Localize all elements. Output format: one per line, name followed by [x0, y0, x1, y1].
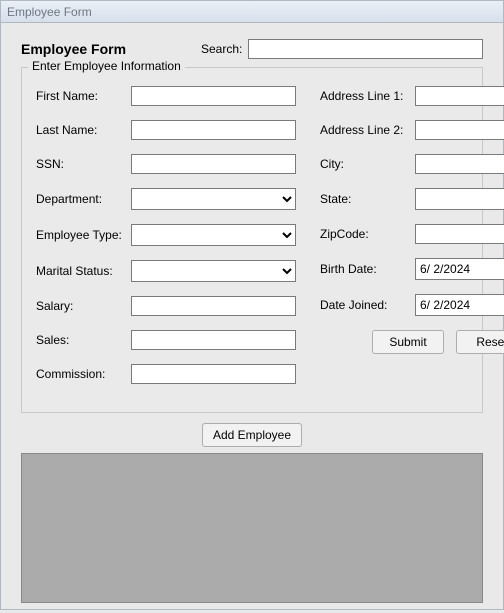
input-last-name[interactable] — [131, 120, 296, 140]
reset-button[interactable]: Reset — [456, 330, 504, 354]
input-sales[interactable] — [131, 330, 296, 350]
combo-employee-type[interactable] — [131, 224, 296, 246]
label-sales: Sales: — [36, 333, 131, 347]
label-city: City: — [320, 157, 415, 171]
input-address2[interactable] — [415, 120, 504, 140]
label-zipcode: ZipCode: — [320, 227, 415, 241]
input-city[interactable] — [415, 154, 504, 174]
row-address2: Address Line 2: — [320, 120, 504, 140]
row-zipcode: ZipCode: — [320, 224, 504, 244]
datepicker-birth-date[interactable]: 6/ 2/2024 📅▾ — [415, 258, 504, 280]
row-ssn: SSN: — [36, 154, 296, 174]
input-commission[interactable] — [131, 364, 296, 384]
employee-info-groupbox: Enter Employee Information First Name: L… — [21, 67, 483, 413]
right-column: Address Line 1: Address Line 2: City: St… — [320, 86, 504, 398]
row-employee-type: Employee Type: — [36, 224, 296, 246]
row-date-joined: Date Joined: 6/ 2/2024 📅▾ — [320, 294, 504, 316]
label-birth-date: Birth Date: — [320, 262, 415, 276]
row-department: Department: — [36, 188, 296, 210]
row-first-name: First Name: — [36, 86, 296, 106]
row-address1: Address Line 1: — [320, 86, 504, 106]
left-column: First Name: Last Name: SSN: Department: — [36, 86, 296, 398]
groupbox-legend: Enter Employee Information — [28, 59, 185, 73]
add-employee-button[interactable]: Add Employee — [202, 423, 302, 447]
input-address1[interactable] — [415, 86, 504, 106]
data-grid[interactable] — [21, 453, 483, 603]
label-state: State: — [320, 192, 415, 206]
columns: First Name: Last Name: SSN: Department: — [36, 86, 468, 398]
window-titlebar: Employee Form — [1, 1, 503, 23]
window-title: Employee Form — [7, 5, 92, 19]
label-address1: Address Line 1: — [320, 89, 415, 103]
combo-state[interactable] — [415, 188, 504, 210]
submit-reset-row: Submit Reset — [320, 330, 504, 354]
label-marital-status: Marital Status: — [36, 264, 131, 278]
row-salary: Salary: — [36, 296, 296, 316]
form-title: Employee Form — [21, 41, 201, 57]
label-address2: Address Line 2: — [320, 123, 415, 137]
window-content: Employee Form Search: Enter Employee Inf… — [1, 23, 503, 613]
datepicker-birth-date-text: 6/ 2/2024 — [420, 262, 504, 276]
label-date-joined: Date Joined: — [320, 298, 415, 312]
label-salary: Salary: — [36, 299, 131, 313]
label-first-name: First Name: — [36, 89, 131, 103]
label-employee-type: Employee Type: — [36, 228, 131, 242]
search-input[interactable] — [248, 39, 483, 59]
input-salary[interactable] — [131, 296, 296, 316]
input-ssn[interactable] — [131, 154, 296, 174]
label-last-name: Last Name: — [36, 123, 131, 137]
label-commission: Commission: — [36, 367, 131, 381]
row-city: City: — [320, 154, 504, 174]
row-last-name: Last Name: — [36, 120, 296, 140]
input-zipcode[interactable] — [415, 224, 504, 244]
row-commission: Commission: — [36, 364, 296, 384]
combo-department[interactable] — [131, 188, 296, 210]
row-state: State: — [320, 188, 504, 210]
employee-form-window: Employee Form Employee Form Search: Ente… — [0, 0, 504, 610]
datepicker-date-joined[interactable]: 6/ 2/2024 📅▾ — [415, 294, 504, 316]
label-department: Department: — [36, 192, 131, 206]
input-first-name[interactable] — [131, 86, 296, 106]
submit-button[interactable]: Submit — [372, 330, 444, 354]
row-birth-date: Birth Date: 6/ 2/2024 📅▾ — [320, 258, 504, 280]
row-marital-status: Marital Status: — [36, 260, 296, 282]
datepicker-date-joined-text: 6/ 2/2024 — [420, 298, 504, 312]
row-sales: Sales: — [36, 330, 296, 350]
search-label: Search: — [201, 42, 242, 56]
header-row: Employee Form Search: — [21, 39, 483, 59]
label-ssn: SSN: — [36, 157, 131, 171]
add-employee-row: Add Employee — [21, 423, 483, 447]
combo-marital-status[interactable] — [131, 260, 296, 282]
